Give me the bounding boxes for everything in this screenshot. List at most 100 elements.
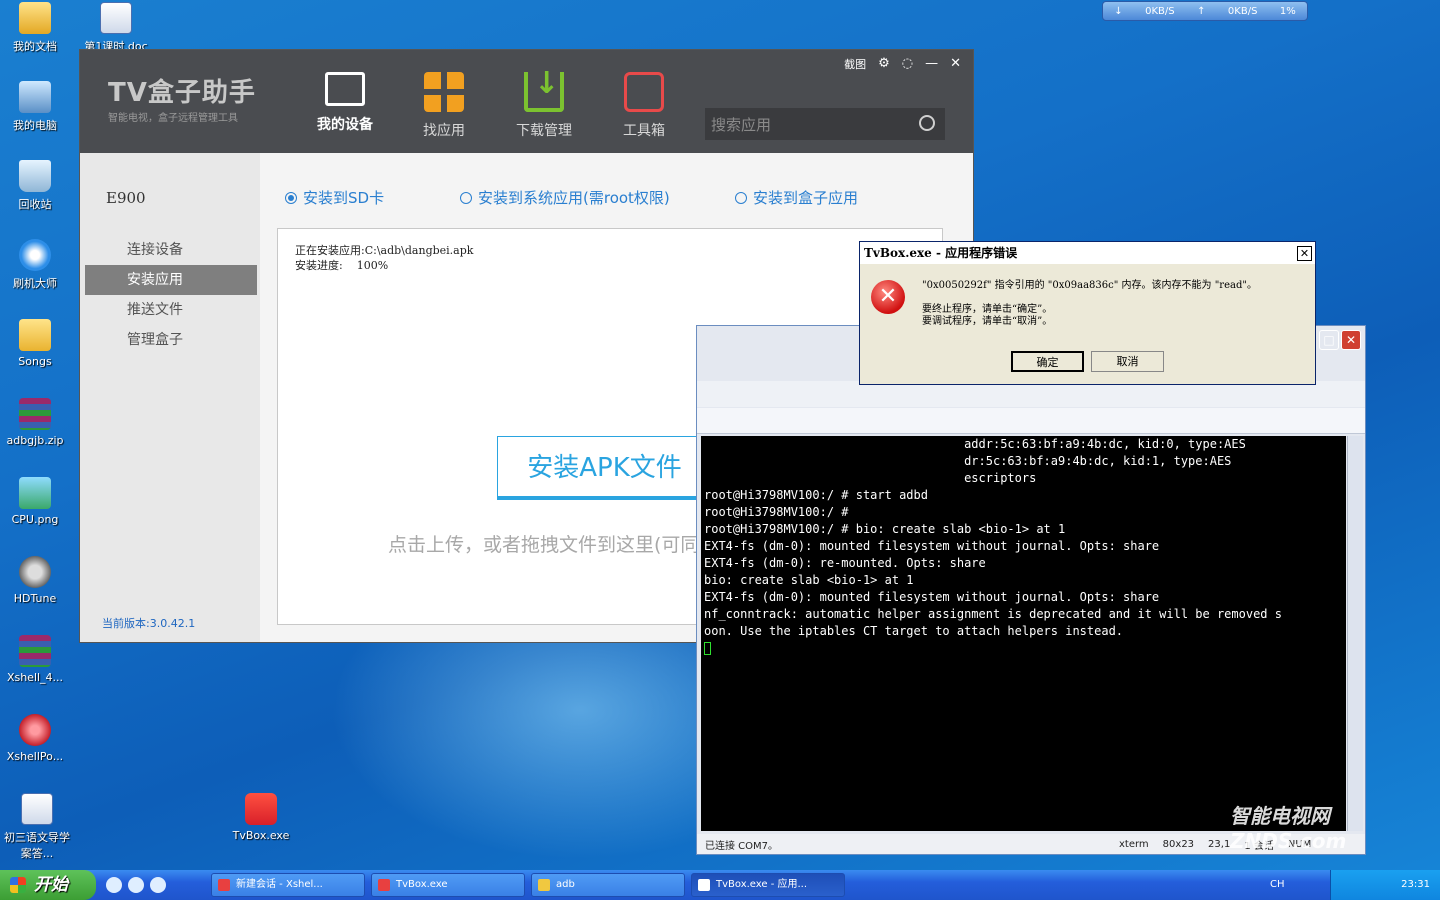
cpu-usage: 1%	[1279, 5, 1296, 17]
status-cursor-pos: 23,1	[1208, 838, 1231, 850]
png-image-icon	[19, 477, 51, 509]
desktop-icon-doc[interactable]: 第1课时.doc	[76, 2, 156, 54]
folder-icon	[19, 319, 51, 351]
sidebar-item-connect-device[interactable]: 连接设备	[85, 235, 257, 265]
device-name: E900	[106, 189, 146, 207]
desktop-icon-tvbox[interactable]: TvBox.exe	[226, 793, 296, 842]
ok-button[interactable]: 确定	[1011, 351, 1084, 372]
desktop-icon-songs[interactable]: Songs	[0, 319, 70, 368]
my-documents-icon	[19, 2, 51, 34]
hdtune-icon	[19, 556, 51, 588]
terminal-scrollbar[interactable]	[1347, 436, 1363, 831]
upload-speed: 0KB/S	[1227, 5, 1258, 17]
terminal-line: root@Hi3798MV100:/ #	[704, 505, 849, 519]
quick-launch	[106, 877, 166, 893]
terminal-line: dr:5c:63:bf:a9:4b:dc, kid:1, type:AES	[704, 454, 1232, 468]
install-log: 正在安装应用:C:\adb\dangbei.apk 安装进度: 100%	[295, 244, 474, 272]
terminal-line: nf_conntrack: automatic helper assignmen…	[704, 607, 1282, 621]
start-button[interactable]: 开始	[0, 870, 96, 900]
desktop-icon-xshell-zip[interactable]: Xshell_4...	[0, 635, 70, 684]
download-arrow-icon: ↓	[1114, 5, 1123, 17]
sidebar-item-install-app[interactable]: 安装应用	[85, 265, 257, 295]
taskbar-button-tvbox[interactable]: TvBox.exe	[371, 873, 525, 897]
archive-icon	[19, 635, 51, 667]
terminal-cursor-line	[701, 640, 1346, 657]
terminal-line: addr:5c:63:bf:a9:4b:dc, kid:0, type:AES	[704, 437, 1246, 451]
sidebar-item-push-file[interactable]: 推送文件	[85, 295, 257, 325]
taskbar-button-error[interactable]: TvBox.exe - 应用...	[691, 873, 845, 897]
messenger-icon[interactable]	[150, 877, 166, 893]
radio-install-sd[interactable]: 安装到SD卡	[285, 187, 384, 208]
tvbox-sidebar: E900 连接设备 安装应用 推送文件 管理盒子 当前版本:3.0.42.1	[80, 153, 260, 642]
gear-icon[interactable]: ⚙	[878, 56, 890, 72]
screenshot-button[interactable]: 截图	[844, 56, 866, 72]
taskbar: 开始 新建会话 - Xshel... TvBox.exe adb TvBox.e…	[0, 870, 1440, 900]
cancel-button[interactable]: 取消	[1091, 351, 1164, 372]
status-term-type: xterm	[1119, 838, 1149, 850]
xshell-address-bar	[697, 408, 1365, 434]
tvbox-slogan: 智能电视，盒子远程管理工具	[108, 113, 238, 124]
nav-download-manager[interactable]: 下载管理	[499, 66, 589, 140]
recycle-bin-icon	[19, 160, 51, 192]
desktop-icon-hdtune[interactable]: HDTune	[0, 556, 70, 605]
watermark-logo: 智能电视网 ZNDS.com	[1230, 804, 1347, 853]
desktop-icon-word-doc[interactable]: 初三语文导学案答...	[0, 793, 74, 861]
desktop-icon-my-documents[interactable]: 我的文档	[0, 2, 70, 54]
radio-selected-icon	[285, 191, 297, 204]
app-search-input[interactable]: 搜索应用	[705, 108, 945, 140]
input-language[interactable]: CH	[1270, 870, 1285, 900]
monitor-icon	[325, 72, 365, 106]
nav-toolbox[interactable]: 工具箱	[599, 72, 689, 140]
radio-install-system[interactable]: 安装到系统应用(需root权限)	[460, 187, 670, 208]
minimize-icon[interactable]: —	[925, 56, 938, 72]
word-doc-icon	[100, 2, 132, 34]
download-icon	[524, 66, 564, 112]
download-speed: 0KB/S	[1145, 5, 1175, 17]
radio-unselected-icon	[460, 191, 472, 204]
network-speed-meter[interactable]: ↓ 0KB/S ↑ 0KB/S 1%	[1102, 1, 1308, 21]
taskbar-button-xshell[interactable]: 新建会话 - Xshel...	[211, 873, 365, 897]
search-icon[interactable]	[919, 115, 935, 131]
xshell-window-controls: □ ✕	[1319, 330, 1361, 350]
flash-master-icon	[19, 239, 51, 271]
error-message: "0x0050292f" 指令引用的 "0x09aa836c" 内存。该内存不能…	[922, 280, 1257, 327]
toolbox-icon	[624, 72, 664, 112]
terminal-line: root@Hi3798MV100:/ # start adbd	[704, 488, 928, 502]
upload-arrow-icon: ↑	[1197, 5, 1206, 17]
error-icon: ✕	[871, 280, 905, 314]
radio-unselected-icon	[735, 191, 747, 204]
terminal-line: EXT4-fs (dm-0): re-mounted. Opts: share	[704, 556, 986, 570]
close-icon[interactable]: ✕	[950, 56, 961, 72]
my-computer-icon	[19, 81, 51, 113]
browser-icon[interactable]	[128, 877, 144, 893]
nav-my-device[interactable]: 我的设备	[300, 72, 390, 134]
radio-install-box[interactable]: 安装到盒子应用	[735, 187, 858, 208]
xshell-window: □ ✕ addr:5c:63:bf:a9:4b:dc, kid:0, type:…	[696, 325, 1366, 855]
desktop-icon-cpu-png[interactable]: CPU.png	[0, 477, 70, 526]
status-term-size: 80x23	[1162, 838, 1195, 850]
desktop-icon-recycle-bin[interactable]: 回收站	[0, 160, 70, 212]
terminal-line: EXT4-fs (dm-0): mounted filesystem witho…	[704, 590, 1160, 604]
error-dialog-title: TvBox.exe - 应用程序错误	[860, 242, 1315, 264]
clock[interactable]: 23:31	[1401, 879, 1430, 890]
status-connection: 已连接 COM7。	[705, 840, 779, 852]
install-apk-button[interactable]: 安装APK文件	[497, 436, 712, 500]
taskbar-button-adb[interactable]: adb	[531, 873, 685, 897]
desktop-icon-adbgjb[interactable]: adbgjb.zip	[0, 398, 70, 447]
maximize-icon[interactable]: □	[1319, 330, 1339, 350]
feedback-icon[interactable]: ◌	[902, 56, 913, 72]
tvbox-window-controls: 截图 ⚙ ◌ — ✕	[844, 56, 961, 72]
desktop-icon-xshellpo[interactable]: XshellPo...	[0, 714, 70, 763]
close-icon[interactable]: ✕	[1297, 246, 1312, 261]
desktop-icon-my-computer[interactable]: 我的电脑	[0, 81, 70, 133]
desktop-icon-flash-master[interactable]: 刷机大师	[0, 239, 70, 291]
terminal-output[interactable]: addr:5c:63:bf:a9:4b:dc, kid:0, type:AES …	[701, 436, 1346, 831]
tvbox-logo: TV盒子助手	[108, 78, 256, 108]
sidebar-item-manage-box[interactable]: 管理盒子	[85, 325, 257, 355]
archive-icon	[19, 398, 51, 430]
terminal-line: root@Hi3798MV100:/ # bio: create slab <b…	[704, 522, 1066, 536]
ie-icon[interactable]	[106, 877, 122, 893]
system-tray: 23:31	[1330, 870, 1440, 900]
close-icon[interactable]: ✕	[1341, 330, 1361, 350]
nav-find-apps[interactable]: 找应用	[399, 72, 489, 140]
